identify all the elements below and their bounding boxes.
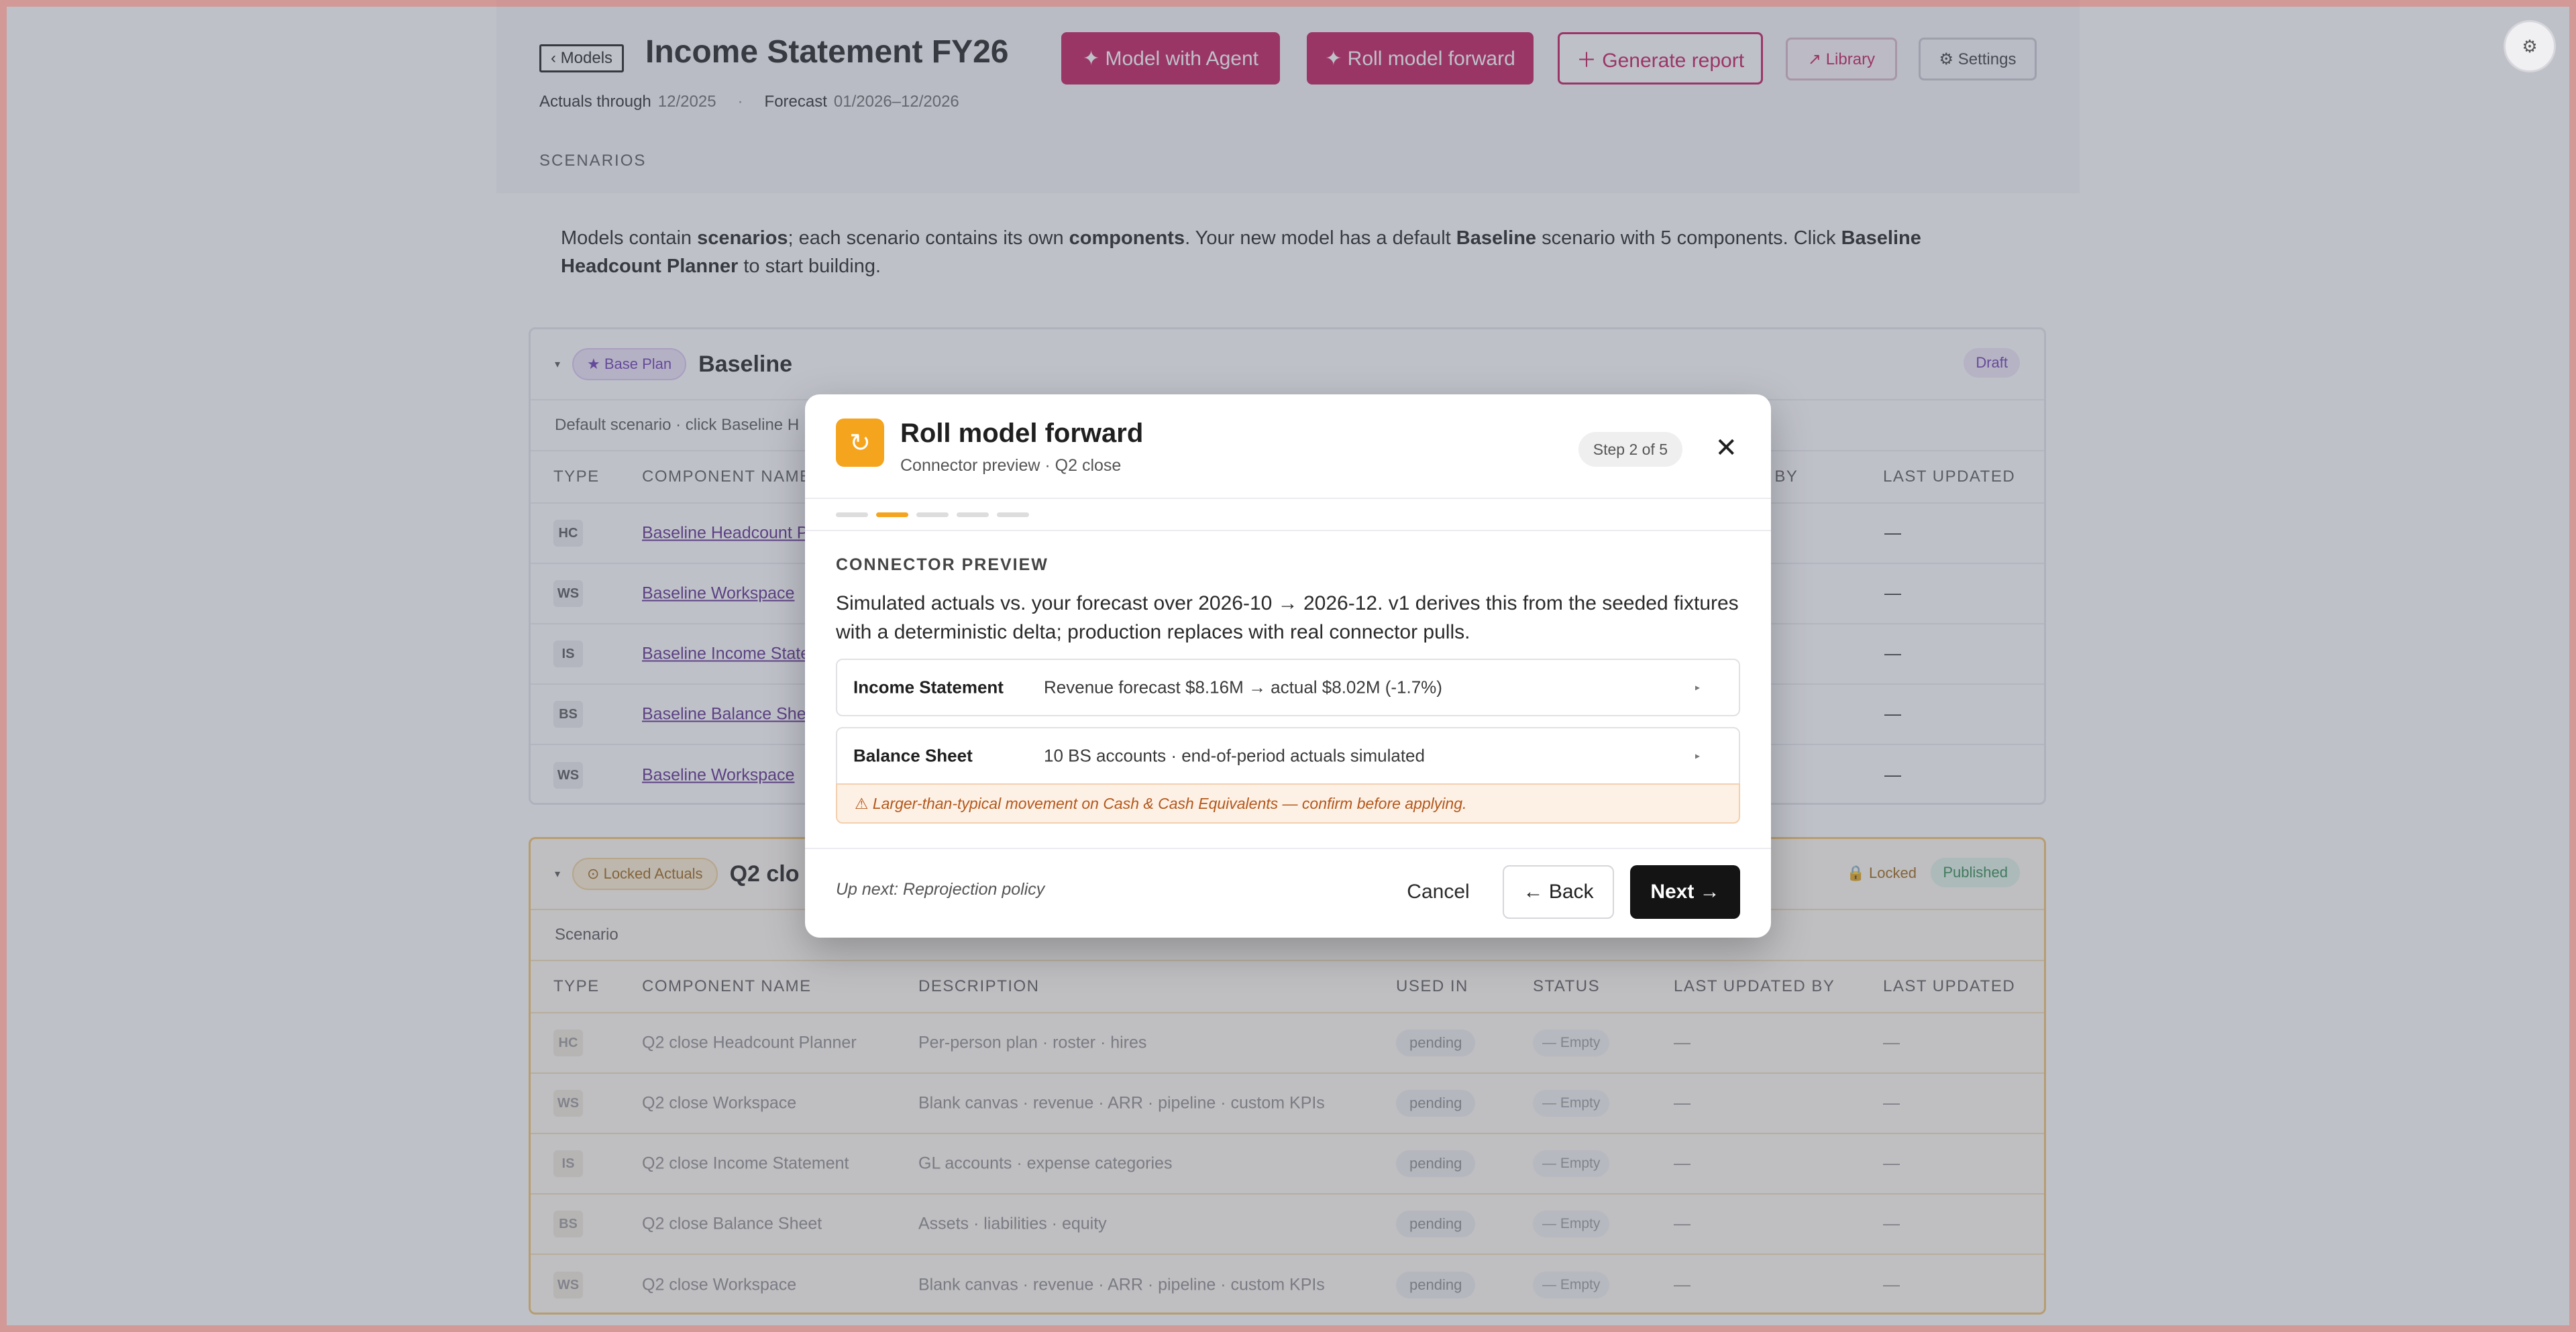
connector-description: Simulated actuals vs. your forecast over… — [836, 592, 1739, 643]
movement-warning: ⚠ Larger-than-typical movement on Cash &… — [836, 783, 1740, 824]
cancel-button[interactable]: Cancel — [1391, 865, 1485, 919]
connector-name: Income Statement — [853, 677, 1004, 698]
progress-segment — [957, 512, 989, 517]
connector-row-income-statement[interactable]: Income Statement Revenue forecast $8.16M… — [836, 659, 1740, 716]
refresh-icon: ↻ — [836, 419, 884, 467]
modal-title: Roll model forward — [900, 419, 1144, 448]
section-label: CONNECTOR PREVIEW — [836, 555, 1049, 574]
expand-arrow-icon[interactable]: ▸ — [1695, 682, 1700, 693]
expand-arrow-icon[interactable]: ▸ — [1695, 751, 1700, 762]
gear-icon[interactable]: ⚙ — [2504, 20, 2556, 72]
up-next-hint: Up next: Reprojection policy — [836, 880, 1045, 899]
connector-detail: 10 BS accounts · end-of-period actuals s… — [1044, 745, 1425, 766]
progress-segment — [997, 512, 1029, 517]
connector-row-balance-sheet[interactable]: Balance Sheet 10 BS accounts · end-of-pe… — [836, 727, 1740, 785]
connector-name: Balance Sheet — [853, 745, 973, 766]
footer-divider — [805, 848, 1771, 849]
step-progress — [836, 512, 1029, 517]
connector-detail: Revenue forecast $8.16M → actual $8.02M … — [1044, 677, 1442, 698]
close-icon[interactable]: ✕ — [1715, 435, 1737, 461]
page: ‹ Models Income Statement FY26 Actuals t… — [0, 0, 2576, 1332]
back-button[interactable]: ← Back — [1503, 865, 1614, 919]
modal-subtitle: Connector preview · Q2 close — [900, 456, 1122, 475]
next-button[interactable]: Next → — [1630, 865, 1740, 919]
progress-segment — [836, 512, 868, 517]
progress-segment — [916, 512, 949, 517]
header-divider — [805, 498, 1771, 499]
progress-segment-active — [876, 512, 908, 517]
progress-divider — [805, 530, 1771, 531]
step-indicator: Step 2 of 5 — [1578, 432, 1682, 467]
roll-forward-modal: ↻ Roll model forward Connector preview ·… — [805, 394, 1771, 938]
